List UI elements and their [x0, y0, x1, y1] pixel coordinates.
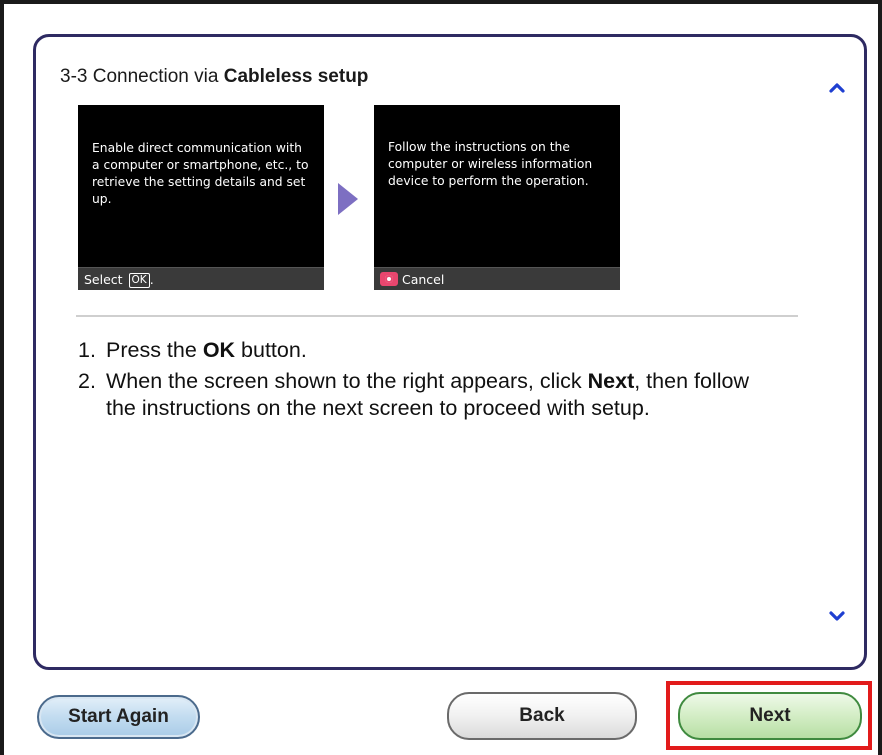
- instruction-text: button.: [241, 338, 307, 362]
- scroll-down-button[interactable]: [826, 605, 848, 627]
- section-title: 3-3 Connection via Cableless setup: [60, 66, 368, 88]
- instruction-bold: OK: [202, 338, 236, 362]
- scroll-up-button[interactable]: [826, 77, 848, 99]
- printer-screen-2-message: Follow the instructions on the computer …: [388, 140, 593, 188]
- instruction-list: 1. Press the OK button. 2. When the scre…: [76, 337, 776, 426]
- divider: [76, 315, 798, 317]
- section-number: 3-3: [60, 66, 88, 87]
- screen-footer-suffix: .: [149, 272, 154, 287]
- ok-key-icon: OK: [128, 273, 150, 288]
- printer-screen-2-footer: Cancel: [374, 267, 620, 290]
- content-panel: 3-3 Connection via Cableless setup Enabl…: [33, 34, 867, 670]
- printer-screen-2: Follow the instructions on the computer …: [374, 105, 620, 290]
- screen-footer-cancel: Cancel: [402, 272, 445, 287]
- back-button[interactable]: Back: [447, 692, 637, 740]
- instruction-text: When the screen shown to the right appea…: [106, 369, 582, 393]
- section-title-prefix: Connection via: [92, 66, 219, 87]
- section-title-bold: Cableless setup: [223, 66, 369, 87]
- printer-screen-1-message: Enable direct communication with a compu…: [92, 141, 309, 206]
- printer-screen-1: Enable direct communication with a compu…: [78, 105, 324, 290]
- start-again-button[interactable]: Start Again: [37, 695, 200, 739]
- screen-footer-prefix: Select: [84, 272, 123, 287]
- instruction-number: 2.: [78, 369, 96, 393]
- instruction-item: 1. Press the OK button.: [76, 337, 776, 364]
- printer-screen-1-footer: Select OK.: [78, 267, 324, 290]
- instruction-number: 1.: [78, 338, 96, 362]
- instruction-bold: Next: [587, 369, 635, 393]
- instruction-item: 2. When the screen shown to the right ap…: [76, 368, 776, 422]
- arrow-right-icon: [338, 183, 358, 215]
- chevron-down-icon: [829, 611, 845, 621]
- chevron-up-icon: [829, 83, 845, 93]
- instruction-text: Press the: [106, 338, 197, 362]
- stop-button-icon: [380, 272, 398, 286]
- next-button-highlight: [666, 681, 872, 750]
